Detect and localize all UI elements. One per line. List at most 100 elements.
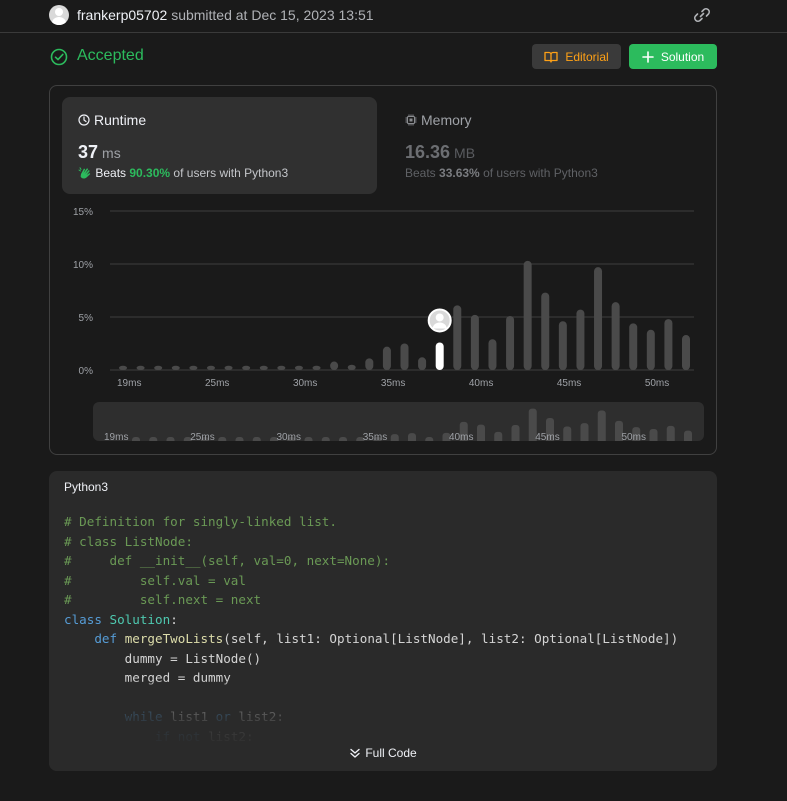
plus-icon <box>642 50 654 63</box>
mini-chart-bar <box>252 437 261 441</box>
chart-bar[interactable] <box>646 329 655 370</box>
chart-bar[interactable] <box>453 305 462 370</box>
runtime-beats-prefix: Beats <box>95 166 127 180</box>
book-icon <box>544 51 558 63</box>
code-panel: Python3 # Definition for singly-linked l… <box>49 471 717 771</box>
runtime-mini-chart[interactable]: 19ms 25ms 30ms 35ms 40ms 45ms 50ms <box>93 402 704 441</box>
solution-button[interactable]: Solution <box>629 44 717 69</box>
chart-bar[interactable] <box>206 365 215 370</box>
mini-chart-bar <box>649 429 658 441</box>
mini-chart-bar <box>149 437 158 441</box>
mini-chart-bar <box>235 437 244 441</box>
chart-bar[interactable] <box>664 319 673 370</box>
chart-bar[interactable] <box>119 365 127 370</box>
chart-bar[interactable] <box>189 365 198 370</box>
username-link[interactable]: frankerp05702 <box>77 7 167 23</box>
submission-line: frankerp05702 submitted at Dec 15, 2023 … <box>77 7 374 23</box>
code-line: # def __init__(self, val=0, next=None): <box>64 553 391 568</box>
y-tick-label: 15% <box>73 207 93 218</box>
chart-bar[interactable] <box>488 339 497 370</box>
chart-bar[interactable] <box>312 365 321 370</box>
full-code-label: Full Code <box>365 746 417 760</box>
code-language: Python3 <box>64 480 109 494</box>
x-tick-label: 19ms <box>117 378 141 389</box>
y-tick-label: 10% <box>73 260 93 271</box>
share-link-icon[interactable] <box>692 6 712 24</box>
chart-bar[interactable] <box>330 361 339 370</box>
mini-x-tick-label: 35ms <box>363 432 387 441</box>
chart-bar[interactable] <box>523 260 532 370</box>
memory-title-text: Memory <box>421 112 472 128</box>
chart-bar[interactable] <box>611 302 620 370</box>
memory-number: 16.36 <box>405 142 451 162</box>
x-tick-label: 35ms <box>381 378 405 389</box>
editorial-button[interactable]: Editorial <box>532 44 621 69</box>
runtime-title-text: Runtime <box>94 112 147 128</box>
chart-bar[interactable] <box>629 323 638 370</box>
mini-x-tick-label: 30ms <box>277 432 301 441</box>
runtime-number: 37 <box>78 142 99 162</box>
mini-chart-bar <box>218 437 227 441</box>
chart-bar[interactable] <box>400 343 409 371</box>
chart-bar[interactable] <box>171 365 180 370</box>
chart-bar[interactable] <box>418 357 427 370</box>
chart-bar[interactable] <box>594 267 603 370</box>
chart-bar[interactable] <box>365 358 374 370</box>
chart-bar[interactable] <box>506 315 515 370</box>
mini-chart-bar <box>563 426 572 441</box>
mini-chart-bar <box>321 437 330 441</box>
chart-bar[interactable] <box>277 365 286 370</box>
chart-bar[interactable] <box>682 335 690 370</box>
chart-bar-highlight[interactable] <box>435 342 444 370</box>
code-line: def mergeTwoLists(self, list1: Optional[… <box>94 631 679 646</box>
memory-beats-suffix: of users with Python3 <box>483 166 598 180</box>
solution-label: Solution <box>660 49 705 64</box>
runtime-beats-suffix: of users with Python3 <box>173 166 289 180</box>
mini-x-tick-label: 45ms <box>535 432 559 441</box>
memory-beats-prefix: Beats <box>405 166 436 180</box>
editorial-label: Editorial <box>565 49 609 64</box>
chart-bar[interactable] <box>576 309 585 370</box>
chart-bar[interactable] <box>382 346 391 370</box>
mini-chart-bar <box>166 437 175 441</box>
full-code-button[interactable]: Full Code <box>49 746 717 760</box>
mini-chart-bar <box>477 424 485 441</box>
code-line: # Definition for singly-linked list. <box>64 514 337 529</box>
x-tick-label: 30ms <box>293 378 317 389</box>
code-line: # class ListNode: <box>64 533 193 549</box>
mini-chart-bar <box>597 410 606 441</box>
chart-bar[interactable] <box>470 314 479 370</box>
memory-title[interactable]: Memory <box>405 112 472 128</box>
code-line: # self.val = val <box>64 572 246 588</box>
chart-bar[interactable] <box>224 365 233 370</box>
memory-value: 16.36 MB <box>405 142 475 163</box>
code-line: class Solution: <box>64 611 178 627</box>
mini-chart-bar <box>390 434 399 441</box>
mini-x-tick-label: 19ms <box>104 432 128 441</box>
chart-bar[interactable] <box>154 365 163 370</box>
mini-chart-bar <box>425 437 434 441</box>
submitted-text: submitted at Dec 15, 2023 13:51 <box>171 7 374 23</box>
mini-x-tick-label: 40ms <box>449 432 473 441</box>
clap-icon <box>78 167 91 179</box>
chip-icon <box>405 114 417 126</box>
user-avatar[interactable] <box>49 5 69 25</box>
chart-bar[interactable] <box>347 364 356 370</box>
runtime-value: 37 ms <box>78 142 121 163</box>
mini-chart-bar <box>666 425 675 441</box>
runtime-unit: ms <box>102 145 121 161</box>
chart-bar[interactable] <box>242 365 251 370</box>
clock-icon <box>78 114 90 126</box>
check-circle-icon <box>50 48 68 66</box>
chart-bar[interactable] <box>558 321 567 370</box>
code-line: # self.next = next <box>64 592 262 607</box>
memory-beats-pct: 33.63% <box>439 166 480 180</box>
chart-bar[interactable] <box>294 365 303 370</box>
memory-beats: Beats 33.63% of users with Python3 <box>405 166 598 180</box>
double-chevron-down-icon <box>350 748 361 758</box>
chart-bar[interactable] <box>541 292 550 370</box>
chart-bar[interactable] <box>259 365 268 370</box>
mini-chart-bar <box>580 423 589 441</box>
chart-bar[interactable] <box>136 365 145 370</box>
x-tick-label: 50ms <box>645 378 669 389</box>
